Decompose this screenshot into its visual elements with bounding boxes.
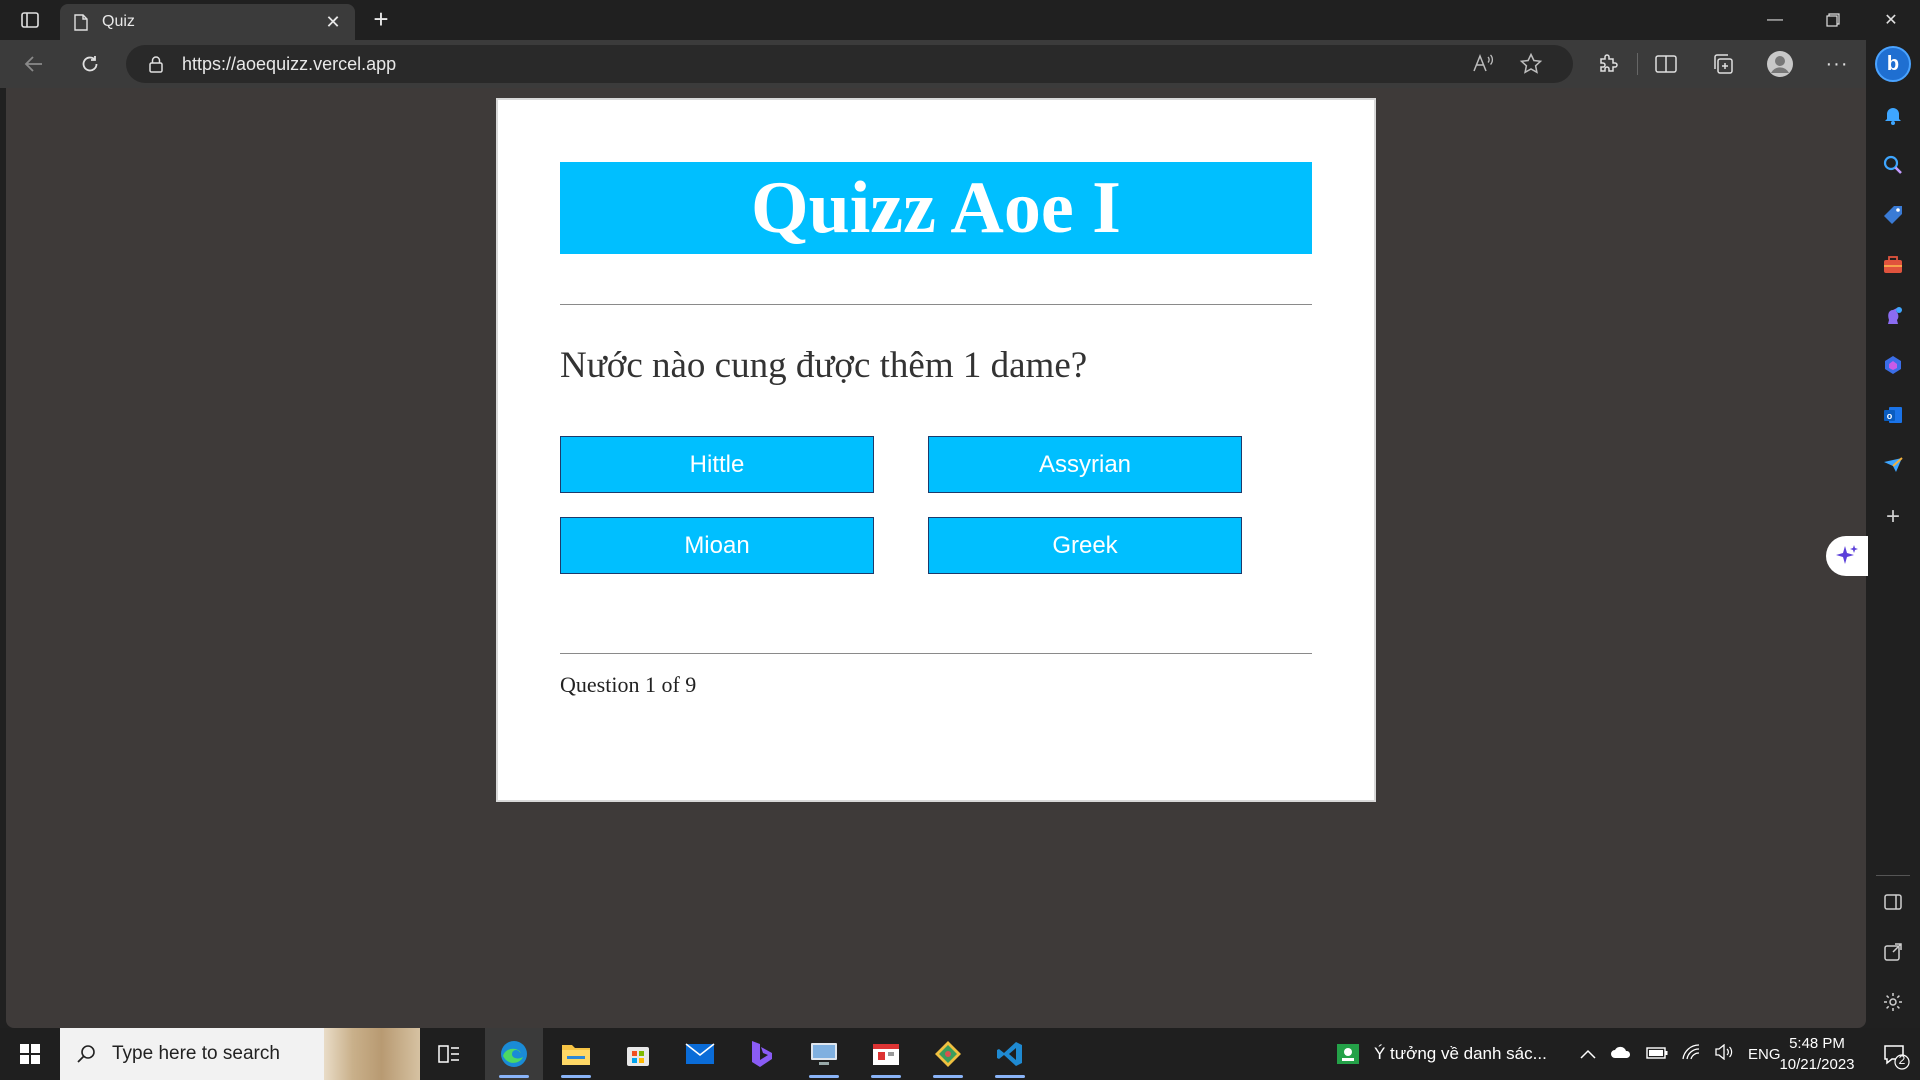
- url-text[interactable]: https://aoequizz.vercel.app: [182, 54, 396, 75]
- divider-top: [560, 304, 1312, 305]
- restore-icon[interactable]: [1804, 0, 1862, 40]
- show-hidden-icons-chevron-icon[interactable]: [1580, 1044, 1596, 1064]
- answer-button-4[interactable]: Greek: [928, 517, 1242, 574]
- extensions-icon[interactable]: [1590, 49, 1626, 79]
- search-icon[interactable]: [1881, 153, 1905, 177]
- refresh-icon[interactable]: [74, 49, 106, 79]
- browser-toolbar: https://aoequizz.vercel.app ···: [0, 40, 1866, 88]
- address-bar[interactable]: https://aoequizz.vercel.app: [126, 45, 1573, 83]
- page-viewport: Quizz Aoe I Nước nào cung được thêm 1 da…: [6, 88, 1868, 1028]
- tray-notification[interactable]: Ý tưởng về danh sác...: [1336, 1028, 1547, 1080]
- more-options-icon[interactable]: ···: [1819, 49, 1855, 79]
- open-external-icon[interactable]: [1881, 940, 1905, 964]
- answer-button-1[interactable]: Hittle: [560, 436, 874, 493]
- back-icon[interactable]: [18, 49, 50, 79]
- wifi-icon[interactable]: [1682, 1043, 1700, 1065]
- windows-start-icon[interactable]: [0, 1028, 60, 1080]
- notification-count-badge: 2: [1898, 1053, 1906, 1067]
- answer-button-3[interactable]: Mioan: [560, 517, 874, 574]
- toolbar-divider: [1637, 53, 1638, 75]
- settings-gear-icon[interactable]: [1881, 990, 1905, 1014]
- collections-icon[interactable]: [1705, 49, 1741, 79]
- split-screen-icon[interactable]: [1648, 49, 1684, 79]
- edge-taskbar-icon[interactable]: [485, 1028, 543, 1080]
- clock-time: 5:48 PM: [1789, 1035, 1845, 1052]
- shopping-tag-icon[interactable]: [1881, 203, 1905, 227]
- git-tool-icon[interactable]: [919, 1028, 977, 1080]
- taskbar-search-box[interactable]: Type here to search: [60, 1028, 420, 1080]
- minimize-icon[interactable]: —: [1746, 0, 1804, 40]
- search-placeholder: Type here to search: [112, 1043, 280, 1064]
- clock-date: 10/21/2023: [1779, 1056, 1855, 1073]
- answer-button-2[interactable]: Assyrian: [928, 436, 1242, 493]
- edge-sidebar: b o +: [1866, 40, 1920, 1028]
- search-highlight-image: [324, 1028, 420, 1080]
- app-window-icon[interactable]: [857, 1028, 915, 1080]
- battery-icon[interactable]: [1646, 1044, 1668, 1064]
- page-icon: [72, 13, 90, 31]
- notification-app-icon: [1337, 1044, 1359, 1064]
- tab-strip: Quiz ✕ + — ✕: [0, 0, 1920, 40]
- lock-icon[interactable]: [146, 54, 166, 74]
- profile-avatar-icon[interactable]: [1762, 49, 1798, 79]
- tools-briefcase-icon[interactable]: [1881, 253, 1905, 277]
- add-sidebar-app-icon[interactable]: +: [1881, 503, 1905, 530]
- active-tab[interactable]: Quiz ✕: [60, 4, 355, 40]
- file-explorer-icon[interactable]: [547, 1028, 605, 1080]
- system-tray: ENG: [1580, 1028, 1781, 1080]
- close-window-icon[interactable]: ✕: [1862, 0, 1920, 40]
- search-magnifier-icon: [77, 1045, 95, 1063]
- svg-text:o: o: [1887, 411, 1893, 421]
- taskbar-clock[interactable]: 5:48 PM 10/21/2023: [1772, 1033, 1862, 1075]
- read-aloud-icon[interactable]: [1471, 52, 1495, 81]
- question-text: Nước nào cung được thêm 1 dame?: [560, 345, 1088, 386]
- mail-icon[interactable]: [671, 1028, 729, 1080]
- window-controls: — ✕: [1746, 0, 1920, 40]
- games-chess-icon[interactable]: [1881, 303, 1905, 327]
- bing-chat-icon[interactable]: [733, 1028, 791, 1080]
- new-tab-button[interactable]: +: [366, 6, 396, 34]
- hide-sidebar-icon[interactable]: [1881, 890, 1905, 914]
- notification-bell-icon[interactable]: [1881, 103, 1905, 127]
- question-progress: Question 1 of 9: [560, 672, 697, 697]
- divider-bottom: [560, 653, 1312, 654]
- tray-notification-text: Ý tưởng về danh sác...: [1374, 1044, 1547, 1063]
- vscode-icon[interactable]: [981, 1028, 1039, 1080]
- action-center-icon[interactable]: 2: [1882, 1042, 1910, 1070]
- windows-taskbar: Type here to search Ý tưởng về danh sác.…: [0, 1028, 1920, 1080]
- quiz-title-banner: Quizz Aoe I: [560, 162, 1312, 254]
- quiz-card: Quizz Aoe I Nước nào cung được thêm 1 da…: [496, 98, 1376, 802]
- copilot-sparkle-icon[interactable]: [1826, 536, 1868, 576]
- sidebar-divider: [1876, 875, 1910, 876]
- microsoft-365-icon[interactable]: [1881, 353, 1905, 377]
- drop-send-icon[interactable]: [1881, 453, 1905, 477]
- onedrive-cloud-icon[interactable]: [1610, 1044, 1632, 1064]
- microsoft-store-icon[interactable]: [609, 1028, 667, 1080]
- tab-actions-icon[interactable]: [14, 6, 46, 34]
- favorite-star-icon[interactable]: [1519, 52, 1543, 81]
- bing-copilot-icon[interactable]: b: [1875, 46, 1911, 82]
- volume-icon[interactable]: [1714, 1043, 1734, 1065]
- task-view-icon[interactable]: [420, 1028, 478, 1080]
- outlook-icon[interactable]: o: [1881, 403, 1905, 427]
- remote-desktop-icon[interactable]: [795, 1028, 853, 1080]
- close-tab-icon[interactable]: ✕: [323, 12, 343, 32]
- tab-title: Quiz: [102, 13, 135, 30]
